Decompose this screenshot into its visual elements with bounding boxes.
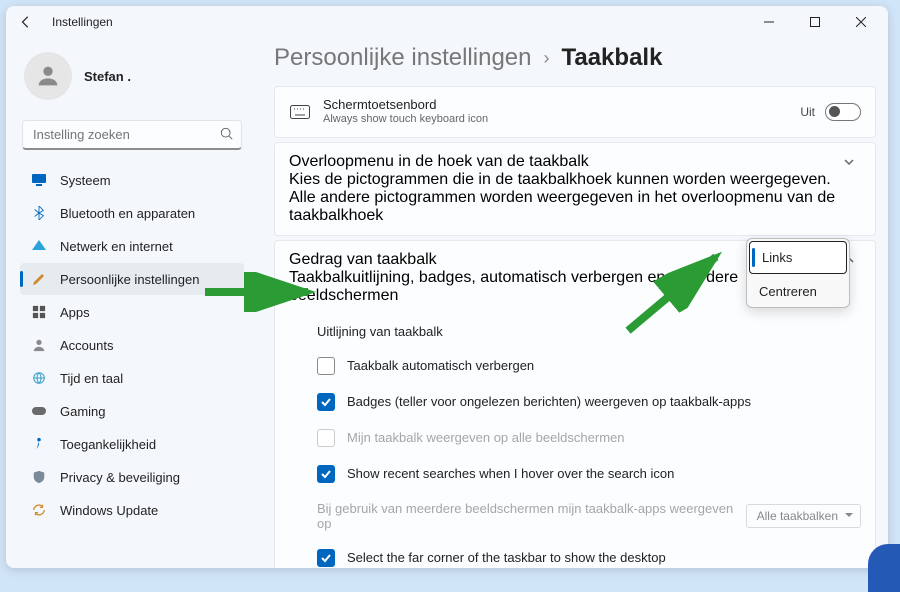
nav: Systeem Bluetooth en apparaten Netwerk e… (20, 164, 244, 526)
panel-desc: Kies de pictogrammen die in de taakbalkh… (289, 171, 843, 225)
breadcrumb: Persoonlijke instellingen › Taakbalk (274, 44, 876, 72)
update-icon (30, 501, 48, 519)
body: Stefan . Systeem Bluetooth en apparaten … (6, 38, 888, 568)
profile[interactable]: Stefan . (20, 46, 244, 114)
shield-icon (30, 468, 48, 486)
toggle-status: Uit (800, 105, 815, 119)
breadcrumb-parent[interactable]: Persoonlijke instellingen (274, 44, 531, 72)
sidebar: Stefan . Systeem Bluetooth en apparaten … (6, 38, 252, 568)
option-label: Show recent searches when I hover over t… (347, 466, 861, 481)
wifi-icon (30, 237, 48, 255)
brush-icon (30, 270, 48, 288)
sidebar-item-label: Tijd en taal (60, 371, 123, 386)
sidebar-item-label: Apps (60, 305, 90, 320)
toggle-switch[interactable] (825, 103, 861, 121)
option-recent-searches[interactable]: Show recent searches when I hover over t… (275, 456, 875, 492)
sidebar-item-personalization[interactable]: Persoonlijke instellingen (20, 263, 244, 295)
option-label: Badges (teller voor ongelezen berichten)… (347, 394, 861, 409)
decor-corner (868, 544, 900, 592)
checkbox[interactable] (317, 357, 335, 375)
settings-window: Instellingen Stefan . Systeem Bluetooth … (6, 6, 888, 568)
sidebar-item-gaming[interactable]: Gaming (20, 395, 244, 427)
sidebar-item-system[interactable]: Systeem (20, 164, 244, 196)
option-label: Select the far corner of the taskbar to … (347, 550, 861, 565)
sidebar-item-privacy[interactable]: Privacy & beveiliging (20, 461, 244, 493)
sidebar-item-label: Windows Update (60, 503, 158, 518)
panel-title: Overloopmenu in de hoek van de taakbalk (289, 153, 843, 171)
checkbox[interactable] (317, 465, 335, 483)
checkbox[interactable] (317, 549, 335, 567)
keyboard-icon (289, 105, 311, 119)
panel-touch-keyboard[interactable]: Schermtoetsenbord Always show touch keyb… (274, 86, 876, 138)
option-alignment: Uitlijning van taakbalk (275, 315, 875, 348)
sidebar-item-network[interactable]: Netwerk en internet (20, 230, 244, 262)
dropdown-item-centreren[interactable]: Centreren (747, 276, 849, 307)
option-badges[interactable]: Badges (teller voor ongelezen berichten)… (275, 384, 875, 420)
panel-desc: Always show touch keyboard icon (323, 112, 800, 127)
apps-icon (30, 303, 48, 321)
sidebar-item-label: Privacy & beveiliging (60, 470, 180, 485)
person-icon (30, 336, 48, 354)
avatar (24, 52, 72, 100)
option-autohide[interactable]: Taakbalk automatisch verbergen (275, 348, 875, 384)
sidebar-item-accounts[interactable]: Accounts (20, 329, 244, 361)
option-label: Taakbalk automatisch verbergen (347, 358, 861, 373)
alignment-dropdown-popup: Links Centreren (746, 238, 850, 308)
sidebar-item-label: Accounts (60, 338, 113, 353)
sidebar-item-label: Toegankelijkheid (60, 437, 156, 452)
checkbox (317, 429, 335, 447)
chevron-down-icon (843, 155, 861, 173)
back-button[interactable] (10, 6, 42, 38)
panel-overflow[interactable]: Overloopmenu in de hoek van de taakbalk … (274, 142, 876, 236)
titlebar: Instellingen (6, 6, 888, 38)
gamepad-icon (30, 402, 48, 420)
option-multimon: Mijn taakbalk weergeven op alle beeldsch… (275, 420, 875, 456)
dropdown-multimon: Alle taakbalken (746, 504, 861, 528)
option-multimon-apps: Bij gebruik van meerdere beeldschermen m… (275, 492, 875, 540)
sidebar-item-update[interactable]: Windows Update (20, 494, 244, 526)
dropdown-item-links[interactable]: Links (749, 241, 847, 274)
minimize-button[interactable] (746, 6, 792, 38)
chevron-right-icon: › (543, 48, 549, 69)
window-title: Instellingen (52, 15, 113, 29)
option-label: Uitlijning van taakbalk (317, 324, 861, 339)
globe-icon (30, 369, 48, 387)
sidebar-item-bluetooth[interactable]: Bluetooth en apparaten (20, 197, 244, 229)
option-label: Bij gebruik van meerdere beeldschermen m… (317, 501, 746, 531)
checkbox[interactable] (317, 393, 335, 411)
sidebar-item-accessibility[interactable]: Toegankelijkheid (20, 428, 244, 460)
option-show-desktop-corner[interactable]: Select the far corner of the taskbar to … (275, 540, 875, 568)
sidebar-item-label: Netwerk en internet (60, 239, 173, 254)
caption-buttons (746, 6, 884, 38)
sidebar-item-label: Gaming (60, 404, 106, 419)
bluetooth-icon (30, 204, 48, 222)
accessibility-icon (30, 435, 48, 453)
sidebar-item-time[interactable]: Tijd en taal (20, 362, 244, 394)
search-icon (220, 127, 234, 146)
username: Stefan . (84, 69, 131, 84)
sidebar-item-label: Systeem (60, 173, 111, 188)
content: Persoonlijke instellingen › Taakbalk Sch… (252, 38, 888, 568)
monitor-icon (30, 171, 48, 189)
search-box[interactable] (22, 120, 242, 150)
sidebar-item-label: Persoonlijke instellingen (60, 272, 199, 287)
sidebar-item-apps[interactable]: Apps (20, 296, 244, 328)
breadcrumb-current: Taakbalk (561, 44, 662, 72)
maximize-button[interactable] (792, 6, 838, 38)
option-label: Mijn taakbalk weergeven op alle beeldsch… (347, 430, 861, 445)
panel-title: Schermtoetsenbord (323, 97, 800, 112)
close-button[interactable] (838, 6, 884, 38)
search-input[interactable] (22, 120, 242, 150)
sidebar-item-label: Bluetooth en apparaten (60, 206, 195, 221)
